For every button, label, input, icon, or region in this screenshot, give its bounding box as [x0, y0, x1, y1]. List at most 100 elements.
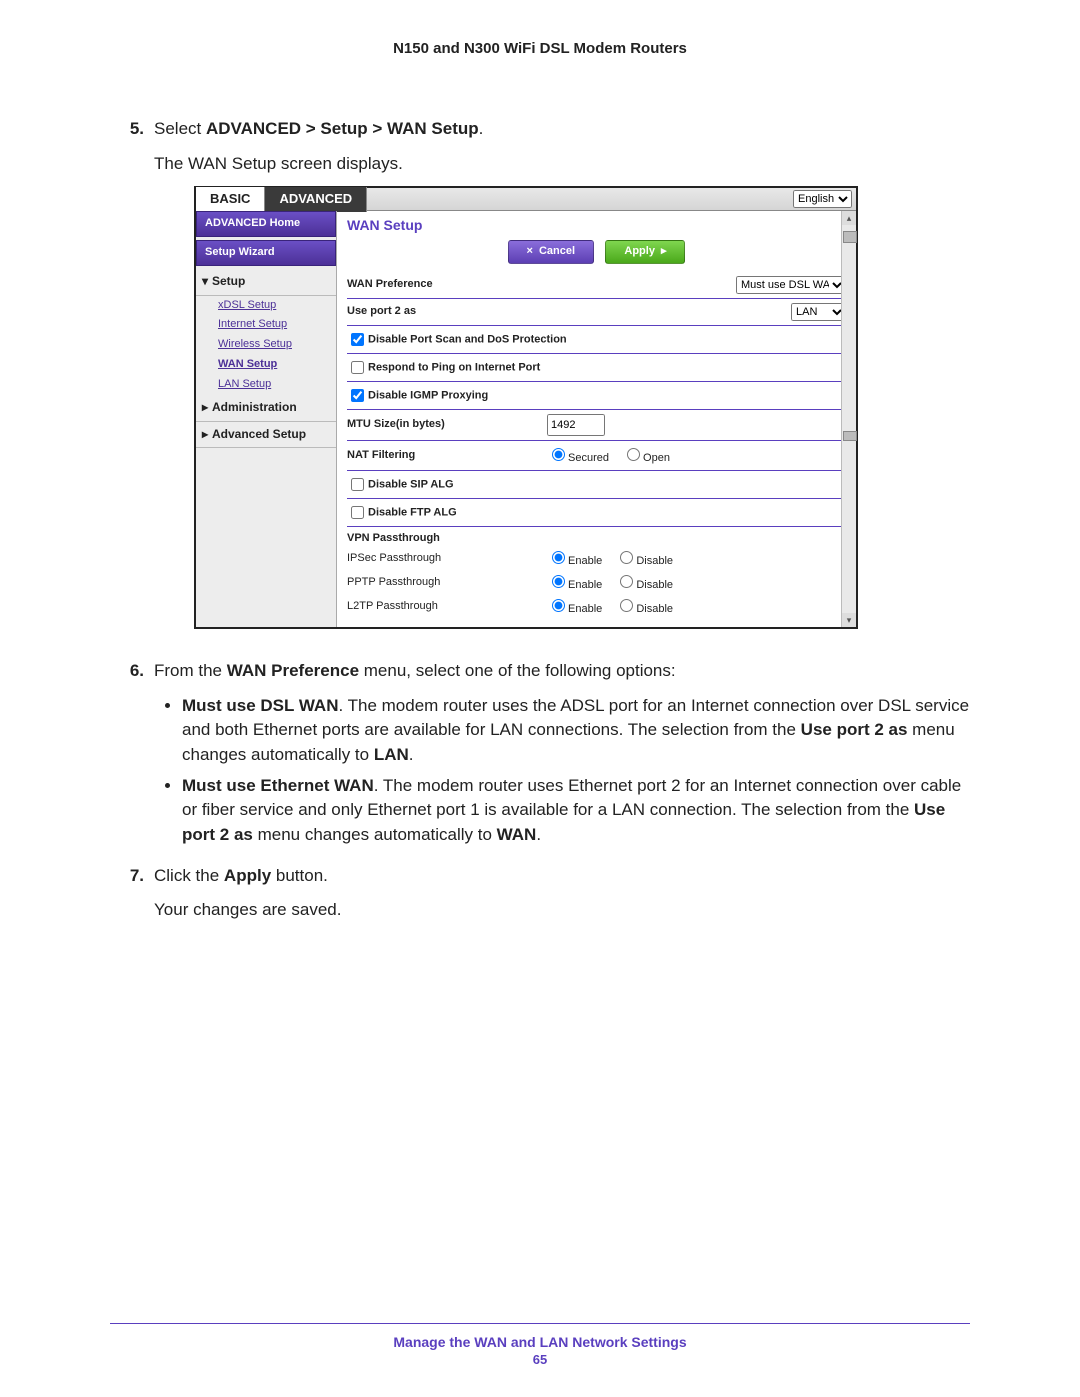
s7-suffix: button.	[271, 866, 328, 885]
row-port2: Use port 2 as LAN	[347, 299, 846, 326]
s6-suffix: menu, select one of the following option…	[359, 661, 676, 680]
panel-title: WAN Setup	[347, 215, 846, 235]
step-6-num: 6.	[110, 659, 154, 857]
label-ipsec: IPSec Passthrough	[347, 551, 547, 567]
sidebar-admin-label: Administration	[212, 400, 297, 414]
sidebar-item-xdsl-setup[interactable]: xDSL Setup	[196, 296, 336, 316]
sidebar-item-lan-setup[interactable]: LAN Setup	[196, 375, 336, 395]
tab-basic[interactable]: BASIC	[196, 187, 265, 212]
step-5-num: 5.	[110, 117, 154, 653]
ss-topbar: BASIC ADVANCED English	[196, 188, 856, 211]
main-panel: WAN Setup ×Cancel Apply ▸ WAN Preference …	[337, 211, 856, 627]
row-disable-sip: Disable SIP ALG	[347, 471, 846, 499]
sidebar-advanced-home[interactable]: ADVANCED Home	[196, 211, 336, 237]
chk-disable-igmp[interactable]	[351, 389, 364, 402]
chk-respond-ping[interactable]	[351, 361, 364, 374]
label-pptp: PPTP Passthrough	[347, 575, 547, 591]
label-dis-sip: Disable SIP ALG	[368, 479, 454, 491]
step-5: 5. Select ADVANCED > Setup > WAN Setup. …	[110, 117, 970, 653]
label-wan-preference: WAN Preference	[347, 277, 547, 293]
chevron-down-icon: ▾	[202, 273, 212, 290]
s7-line2: Your changes are saved.	[154, 898, 970, 923]
apply-button[interactable]: Apply ▸	[605, 240, 685, 264]
page-footer: Manage the WAN and LAN Network Settings …	[0, 1323, 1080, 1367]
b1-period: .	[409, 745, 414, 764]
step-6: 6. From the WAN Preference menu, select …	[110, 659, 970, 857]
label-disable-igmp: Disable IGMP Proxying	[368, 389, 488, 401]
label-dis-ftp: Disable FTP ALG	[368, 507, 457, 519]
sidebar-item-wan-setup[interactable]: WAN Setup	[196, 355, 336, 375]
step-5-text-suffix: .	[479, 119, 484, 138]
radio-l2tp-disable[interactable]	[620, 599, 633, 612]
chk-disable-ftp[interactable]	[351, 506, 364, 519]
label-disable-dos: Disable Port Scan and DoS Protection	[368, 333, 567, 345]
cancel-button[interactable]: ×Cancel	[508, 240, 595, 264]
apply-button-label: Apply	[624, 245, 655, 257]
footer-section-title: Manage the WAN and LAN Network Settings	[0, 1334, 1080, 1350]
label-respond-ping: Respond to Ping on Internet Port	[368, 361, 540, 373]
scroll-thumb[interactable]	[843, 431, 857, 441]
tab-advanced[interactable]: ADVANCED	[265, 187, 367, 212]
label-nat-open: Open	[643, 452, 670, 464]
sidebar-setup-wizard[interactable]: Setup Wizard	[196, 240, 336, 266]
mtu-input[interactable]	[547, 414, 605, 436]
language-selector[interactable]: English	[793, 190, 852, 208]
chk-disable-dos[interactable]	[351, 333, 364, 346]
radio-ipsec-enable[interactable]	[552, 551, 565, 564]
close-icon: ×	[527, 245, 533, 257]
s7-bold: Apply	[224, 866, 271, 885]
radio-nat-secured[interactable]	[552, 448, 565, 461]
label-port2: Use port 2 as	[347, 304, 547, 320]
chevron-right-icon: ▸	[202, 399, 212, 416]
sidebar-item-wireless-setup[interactable]: Wireless Setup	[196, 335, 336, 355]
scrollbar[interactable]: ▴ ▾	[841, 211, 856, 627]
vpn-passthrough-head: VPN Passthrough	[347, 527, 846, 547]
row-nat: NAT Filtering Secured Open	[347, 441, 846, 472]
port2-select[interactable]: LAN	[791, 303, 846, 321]
b1-last: LAN	[374, 745, 409, 764]
label-enable: Enable	[568, 555, 602, 567]
sidebar-advanced-setup[interactable]: ▸Advanced Setup	[196, 422, 336, 448]
doc-header: N150 and N300 WiFi DSL Modem Routers	[110, 40, 970, 57]
s6-prefix: From the	[154, 661, 227, 680]
wan-preference-select[interactable]: Must use DSL WAN	[736, 276, 846, 294]
sidebar: ADVANCED Home Setup Wizard ▾Setup xDSL S…	[196, 211, 337, 627]
step-7-num: 7.	[110, 864, 154, 933]
label-disable: Disable	[636, 579, 673, 591]
radio-nat-open[interactable]	[627, 448, 640, 461]
sidebar-item-internet-setup[interactable]: Internet Setup	[196, 315, 336, 335]
label-nat: NAT Filtering	[347, 448, 547, 464]
router-screenshot: BASIC ADVANCED English ADVANCED Home Set…	[194, 186, 858, 629]
b1-bold: Must use DSL WAN	[182, 696, 338, 715]
radio-pptp-disable[interactable]	[620, 575, 633, 588]
label-mtu: MTU Size(in bytes)	[347, 417, 547, 433]
b2-tail: menu changes automatically to	[253, 825, 497, 844]
b1-bold2: Use port 2 as	[801, 720, 908, 739]
sidebar-advsetup-label: Advanced Setup	[212, 427, 306, 441]
language-select[interactable]: English	[793, 190, 852, 208]
bullet-dsl-wan: Must use DSL WAN. The modem router uses …	[182, 694, 970, 768]
label-disable: Disable	[636, 555, 673, 567]
sidebar-administration[interactable]: ▸Administration	[196, 395, 336, 421]
footer-page-number: 65	[0, 1352, 1080, 1367]
sidebar-setup-group[interactable]: ▾Setup	[196, 269, 336, 295]
row-disable-ftp: Disable FTP ALG	[347, 499, 846, 527]
radio-ipsec-disable[interactable]	[620, 551, 633, 564]
b2-period: .	[536, 825, 541, 844]
chevron-right-icon: ▸	[661, 245, 667, 257]
row-mtu: MTU Size(in bytes)	[347, 410, 846, 441]
s6-bold1: WAN Preference	[227, 661, 359, 680]
label-enable: Enable	[568, 579, 602, 591]
row-wan-preference: WAN Preference Must use DSL WAN	[347, 272, 846, 299]
chk-disable-sip[interactable]	[351, 478, 364, 491]
chevron-right-icon: ▸	[202, 426, 212, 443]
scroll-up-icon[interactable]: ▴	[842, 211, 856, 225]
radio-pptp-enable[interactable]	[552, 575, 565, 588]
radio-l2tp-enable[interactable]	[552, 599, 565, 612]
step-5-bold-path: ADVANCED > Setup > WAN Setup	[206, 119, 479, 138]
label-nat-secured: Secured	[568, 452, 609, 464]
scroll-down-icon[interactable]: ▾	[842, 613, 856, 627]
row-pptp: PPTP Passthrough Enable Disable	[347, 571, 846, 595]
bullet-eth-wan: Must use Ethernet WAN. The modem router …	[182, 774, 970, 848]
scroll-thumb[interactable]	[843, 231, 857, 243]
